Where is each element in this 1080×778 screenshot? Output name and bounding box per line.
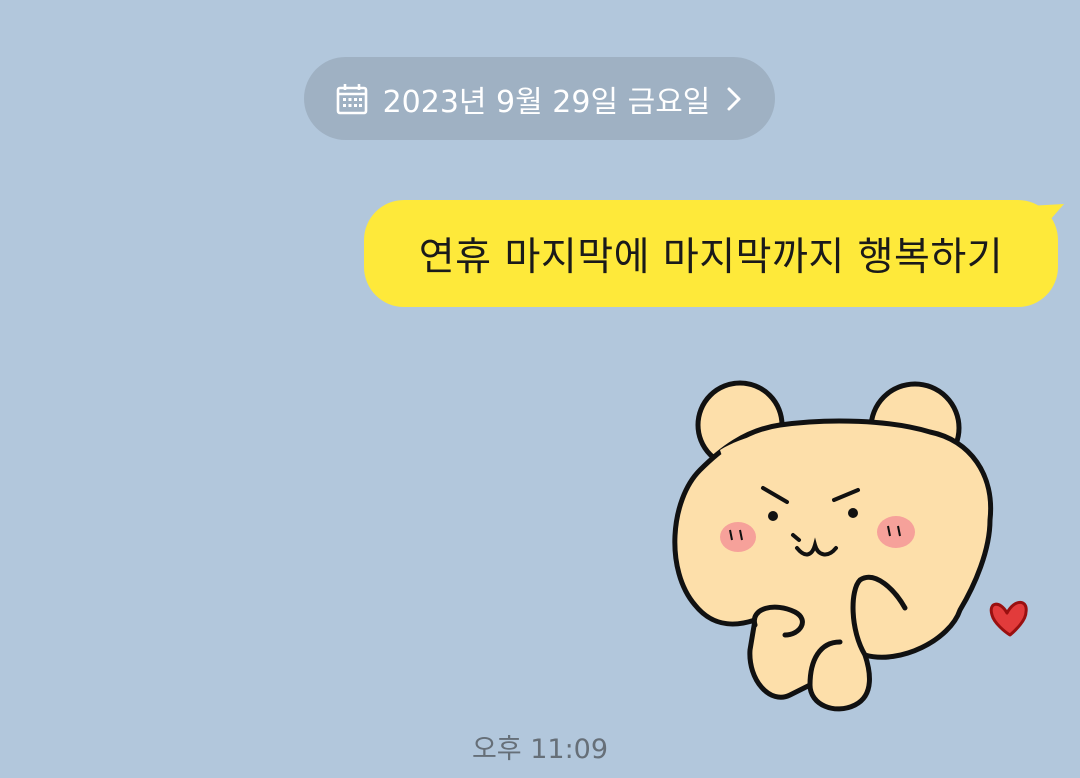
date-divider-label: 2023년 9월 29일 금요일 [382,84,711,120]
date-divider[interactable]: 2023년 9월 29일 금요일 [304,57,775,140]
chevron-right-icon [724,84,744,114]
bear-sticker[interactable] [660,380,1040,720]
message-text: 연휴 마지막에 마지막까지 행복하기 [418,234,1004,280]
bubble-tail [1028,204,1064,236]
outgoing-message-bubble[interactable]: 연휴 마지막에 마지막까지 행복하기 [364,200,1058,307]
message-timestamp: 오후 11:09 [471,734,609,765]
calendar-icon [335,82,369,116]
